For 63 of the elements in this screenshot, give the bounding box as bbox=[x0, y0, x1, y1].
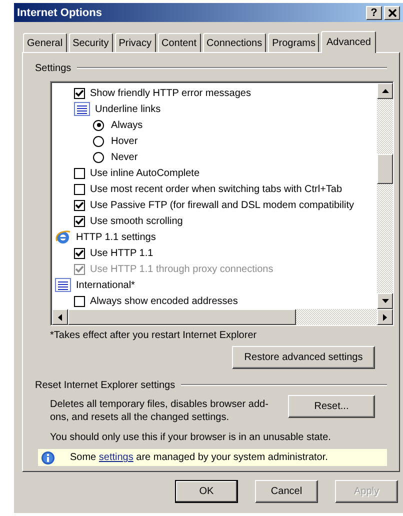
option-label: Use smooth scrolling bbox=[90, 216, 183, 226]
dialog-button[interactable]: OK bbox=[175, 480, 238, 503]
scroll-up-button[interactable] bbox=[377, 83, 393, 99]
radio-button[interactable] bbox=[93, 152, 104, 162]
restart-note: *Takes effect after you restart Internet Explorer bbox=[50, 330, 258, 343]
browser-icon bbox=[55, 229, 71, 245]
option-label: Use Passive FTP (for firewall and DSL modem compatibility bbox=[90, 200, 354, 210]
close-icon bbox=[388, 8, 396, 16]
option-label: Never bbox=[111, 152, 138, 162]
window-title: Internet Options bbox=[17, 6, 103, 18]
tab[interactable]: Advanced bbox=[321, 31, 376, 53]
reset-button[interactable]: Reset... bbox=[288, 395, 375, 418]
option-label: Always bbox=[111, 120, 143, 130]
tab[interactable]: Content bbox=[158, 33, 201, 52]
help-button[interactable]: ? bbox=[366, 6, 382, 20]
tab[interactable]: Privacy bbox=[114, 33, 156, 52]
group-label: International* bbox=[76, 280, 135, 290]
horizontal-scrollbar[interactable] bbox=[52, 309, 393, 325]
checkbox[interactable] bbox=[74, 184, 85, 194]
tab[interactable]: Connections bbox=[202, 33, 266, 52]
scroll-left-button[interactable] bbox=[52, 309, 68, 325]
option-label: Use HTTP 1.1 through proxy connections bbox=[90, 264, 274, 274]
dialog-button[interactable]: Cancel bbox=[255, 480, 318, 503]
scroll-thumb[interactable] bbox=[68, 309, 296, 325]
settings-link[interactable]: settings bbox=[98, 452, 134, 463]
tab[interactable]: Programs bbox=[268, 33, 320, 52]
checkbox[interactable] bbox=[74, 88, 85, 98]
right-arrow-icon bbox=[383, 314, 387, 320]
checkbox[interactable] bbox=[74, 248, 85, 258]
warning-text: You should only use this if your browser is in an unusable state. bbox=[50, 432, 332, 443]
left-arrow-icon bbox=[58, 314, 62, 320]
list-icon bbox=[55, 278, 71, 292]
info-icon bbox=[41, 450, 55, 464]
list-icon bbox=[74, 102, 90, 116]
reset-description: Deletes all temporary files, disables browser add-ons, and resets all the changed settings. bbox=[50, 398, 270, 424]
info-message: Some settings are managed by your system administrator. bbox=[70, 452, 328, 463]
option-label: Show friendly HTTP error messages bbox=[90, 88, 251, 98]
checkbox[interactable] bbox=[74, 168, 85, 178]
checkbox[interactable] bbox=[74, 216, 85, 226]
radio-button[interactable] bbox=[93, 136, 104, 146]
scroll-down-button[interactable] bbox=[377, 293, 393, 309]
option-label: Use HTTP 1.1 bbox=[90, 248, 154, 258]
settings-list[interactable] bbox=[50, 81, 394, 326]
group-heading: Settings bbox=[35, 62, 72, 74]
group-label: HTTP 1.1 settings bbox=[76, 232, 156, 242]
vertical-scrollbar[interactable] bbox=[377, 83, 393, 309]
group-label: Underline links bbox=[95, 104, 161, 114]
group-heading: Reset Internet Explorer settings bbox=[35, 380, 176, 390]
scroll-thumb[interactable] bbox=[377, 154, 393, 184]
option-label: Hover bbox=[111, 136, 138, 146]
option-label: Use most recent order when switching tabs with Ctrl+Tab bbox=[90, 184, 342, 194]
down-arrow-icon bbox=[382, 299, 388, 303]
scroll-right-button[interactable] bbox=[377, 309, 393, 325]
restore-button[interactable]: Restore advanced settings bbox=[232, 346, 375, 369]
tab[interactable]: General bbox=[23, 33, 67, 52]
tab[interactable]: Security bbox=[68, 33, 113, 52]
option-label: Use inline AutoComplete bbox=[90, 168, 200, 178]
radio-button[interactable] bbox=[93, 120, 104, 130]
checkbox[interactable] bbox=[74, 296, 85, 306]
up-arrow-icon bbox=[382, 89, 388, 93]
checkbox[interactable] bbox=[74, 200, 85, 210]
close-button[interactable] bbox=[384, 6, 400, 20]
option-label: Always show encoded addresses bbox=[90, 296, 238, 306]
